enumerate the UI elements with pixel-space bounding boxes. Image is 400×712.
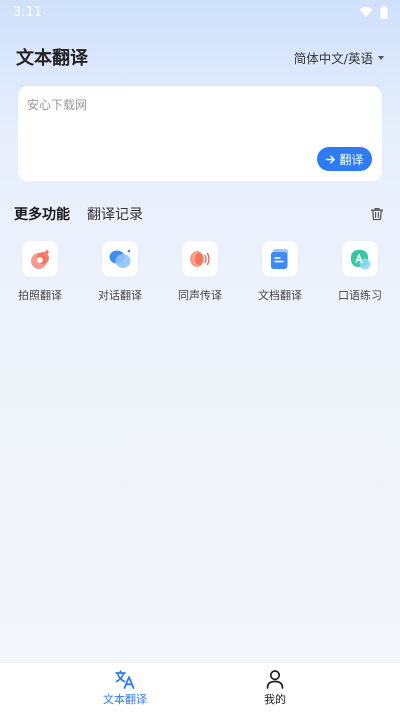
language-pair-label: 简体中文/英语 [293,50,373,66]
status-time: 3:11 [13,4,43,20]
feature-photo-translate[interactable]: 拍照翻译 [0,241,80,303]
camera-translate-icon [31,249,51,269]
sound-wave-icon [190,251,210,267]
nav-label: 我的 [264,693,286,706]
feature-tile [102,241,138,277]
page-title: 文本翻译 [16,48,88,69]
text-input-card[interactable]: 安心下载网 翻译 [18,86,382,181]
feature-tile [182,241,218,277]
feature-dialogue-translate[interactable]: 对话翻译 [80,241,160,303]
delete-button[interactable] [370,207,384,221]
feature-tile [22,241,58,277]
feature-label: 对话翻译 [98,289,142,302]
status-bar: 3:11 [0,0,400,24]
status-icons [359,5,388,19]
feature-label: 拍照翻译 [18,289,62,302]
document-icon [271,249,288,269]
tab-more-features[interactable]: 更多功能 [14,204,70,224]
feature-label: 口语练习 [338,289,382,302]
text-input[interactable]: 安心下载网 [27,96,372,113]
translate-button-label: 翻译 [339,152,364,167]
tabs-row: 更多功能 翻译记录 [14,203,384,225]
bottom-nav: 文本翻译 我的 [0,662,400,712]
feature-label: 同声传译 [178,289,222,302]
chat-bubbles-icon [109,249,131,268]
nav-label: 文本翻译 [103,693,147,706]
translate-button[interactable]: 翻译 [317,147,372,171]
translate-icon [115,670,135,689]
arrow-right-icon [326,155,336,163]
header: 文本翻译 简体中文/英语 [16,44,384,70]
nav-item-profile[interactable]: 我的 [235,669,315,707]
wifi-icon [359,7,373,17]
speaking-practice-icon [351,250,371,270]
feature-document-translate[interactable]: 文档翻译 [240,241,320,303]
feature-tile [262,241,298,277]
language-selector[interactable]: 简体中文/英语 [294,48,384,67]
battery-icon [380,5,388,19]
trash-icon [370,208,384,221]
nav-item-text-translate[interactable]: 文本翻译 [85,669,165,707]
user-icon [266,670,284,689]
feature-label: 文档翻译 [258,289,302,302]
feature-speaking-practice[interactable]: 口语练习 [320,241,400,303]
feature-tile [342,241,378,277]
feature-simultaneous-interpretation[interactable]: 同声传译 [160,241,240,303]
tab-translation-history[interactable]: 翻译记录 [87,204,143,224]
caret-down-icon [378,55,384,60]
